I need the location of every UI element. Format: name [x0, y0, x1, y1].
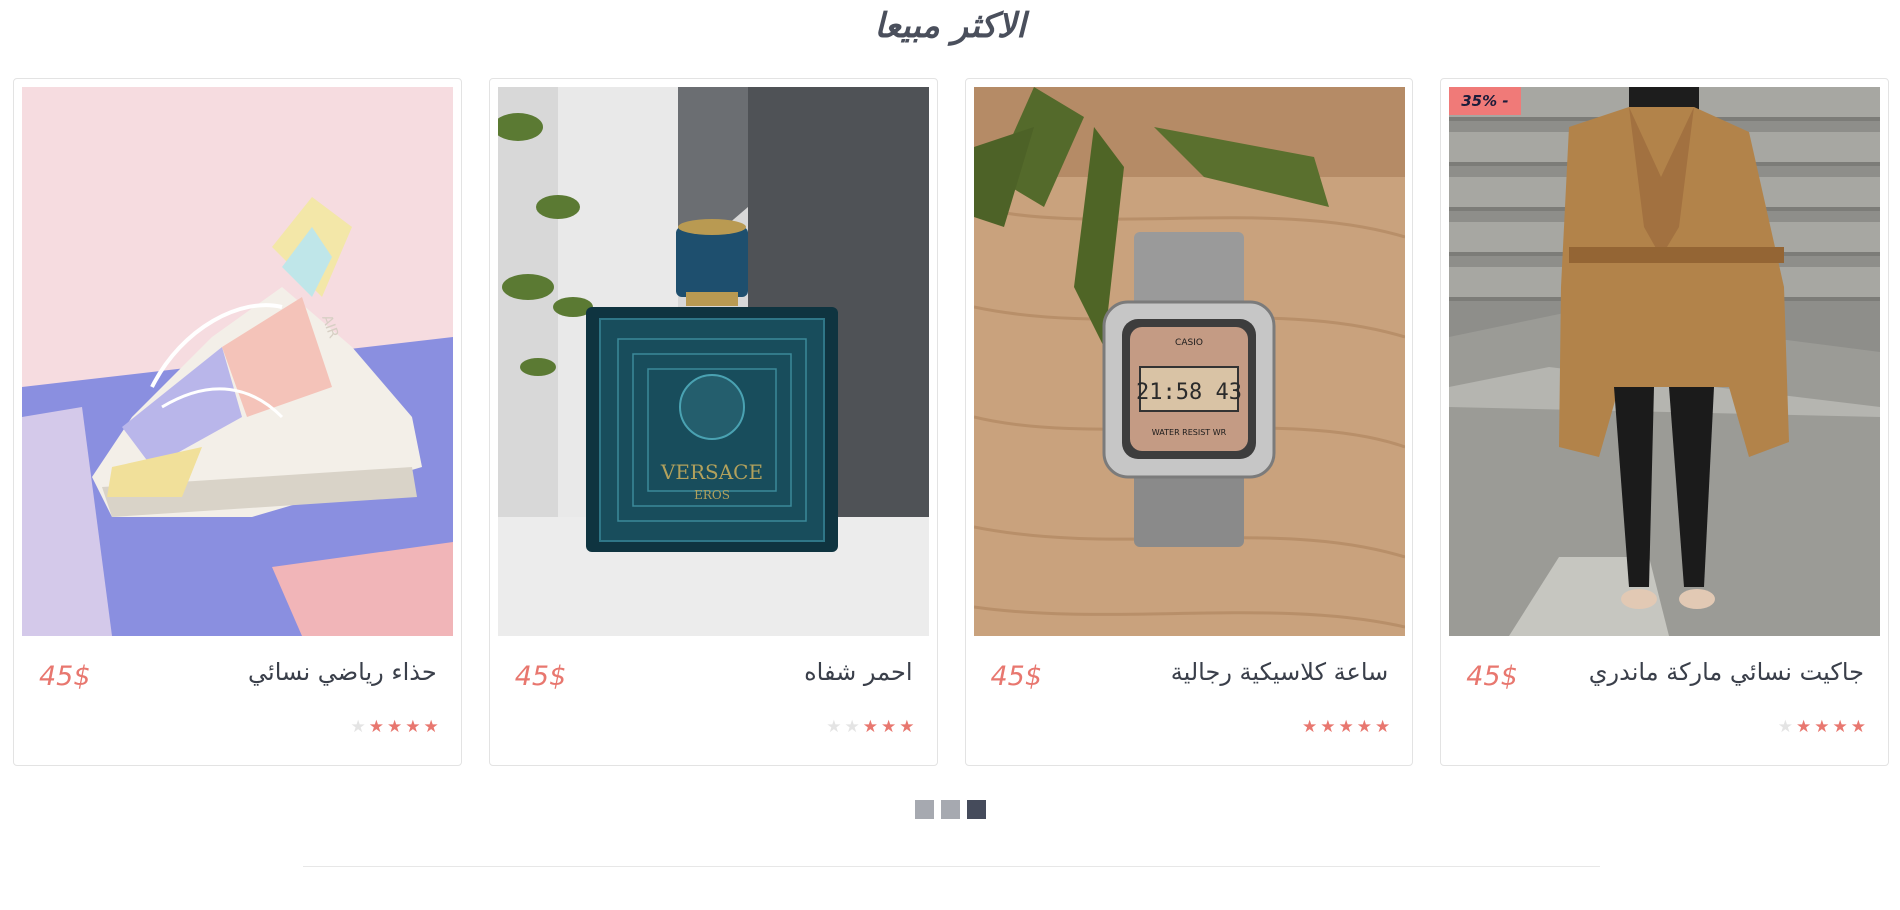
perfume-photo-icon: VERSACE EROS: [497, 87, 929, 636]
star-filled-icon: ★: [862, 717, 878, 737]
product-price: 45$: [1466, 661, 1518, 692]
product-price: 45$: [514, 661, 567, 692]
svg-text:VERSACE: VERSACE: [660, 460, 763, 484]
product-name[interactable]: حذاء رياضي نسائي: [248, 658, 437, 686]
watch-photo-icon: CASIO 21:58 43 WATER RESIST WR: [973, 87, 1405, 636]
product-image[interactable]: [1449, 87, 1881, 636]
pager-dot[interactable]: [941, 800, 960, 819]
star-empty-icon: ★: [1777, 717, 1793, 737]
coat-photo-icon: [1449, 87, 1881, 636]
pager-dot[interactable]: [967, 800, 986, 819]
product-price: 45$: [990, 661, 1043, 692]
rating-stars: ★ ★ ★ ★ ★: [826, 719, 914, 736]
star-filled-icon: ★: [1302, 717, 1318, 737]
star-filled-icon: ★: [1375, 717, 1391, 737]
product-name[interactable]: احمر شفاه: [804, 658, 912, 686]
star-filled-icon: ★: [1338, 717, 1354, 737]
star-filled-icon: ★: [1814, 717, 1830, 737]
product-card[interactable]: CASIO 21:58 43 WATER RESIST WR ساعة كلاس…: [964, 78, 1414, 766]
product-name[interactable]: ساعة كلاسيكية رجالية: [1171, 658, 1389, 686]
star-filled-icon: ★: [387, 717, 403, 737]
section-title: الاكثر مبيعا: [874, 6, 1026, 46]
star-filled-icon: ★: [1796, 717, 1812, 737]
carousel-pager: [915, 800, 986, 819]
star-filled-icon: ★: [405, 717, 421, 737]
star-empty-icon: ★: [826, 717, 842, 737]
sneaker-photo-icon: AIR: [22, 87, 453, 636]
product-price: 45$: [39, 661, 91, 692]
product-name[interactable]: جاكيت نسائي ماركة ماندري: [1589, 658, 1864, 686]
pager-dot[interactable]: [915, 800, 934, 819]
star-filled-icon: ★: [1320, 717, 1336, 737]
star-filled-icon: ★: [1356, 717, 1372, 737]
product-carousel: 35% - جاكيت نسائي ماركة ماندري 45$ ★ ★ ★ ★ ★: [13, 78, 1889, 766]
product-card[interactable]: AIR حذاء رياضي نسائي 45$ ★ ★ ★ ★ ★: [13, 78, 462, 766]
star-filled-icon: ★: [899, 717, 915, 737]
rating-stars: ★ ★ ★ ★ ★: [351, 719, 439, 736]
rating-stars: ★ ★ ★ ★ ★: [1778, 719, 1866, 736]
star-filled-icon: ★: [1850, 717, 1866, 737]
star-filled-icon: ★: [368, 717, 384, 737]
star-filled-icon: ★: [423, 717, 439, 737]
product-card[interactable]: 35% - جاكيت نسائي ماركة ماندري 45$ ★ ★ ★ ★ ★: [1440, 78, 1889, 766]
discount-badge: 35% -: [1449, 87, 1521, 115]
product-card[interactable]: VERSACE EROS احمر شفاه 45$ ★ ★ ★ ★ ★: [488, 78, 938, 766]
svg-text:CASIO: CASIO: [1175, 338, 1203, 348]
star-filled-icon: ★: [1832, 717, 1848, 737]
svg-text:21:58 43: 21:58 43: [1136, 380, 1242, 405]
svg-text:EROS: EROS: [694, 488, 730, 502]
star-empty-icon: ★: [844, 717, 860, 737]
product-image[interactable]: AIR: [22, 87, 453, 636]
star-empty-icon: ★: [350, 717, 366, 737]
star-filled-icon: ★: [881, 717, 897, 737]
svg-text:WATER RESIST WR: WATER RESIST WR: [1151, 428, 1226, 437]
section-divider: [303, 866, 1600, 867]
rating-stars: ★ ★ ★ ★ ★: [1302, 719, 1390, 736]
best-sellers-page: الاكثر مبيعا 35% - جاكيت نسائي ماركة مان…: [0, 0, 1900, 910]
product-image[interactable]: CASIO 21:58 43 WATER RESIST WR: [973, 87, 1405, 636]
product-image[interactable]: VERSACE EROS: [497, 87, 929, 636]
